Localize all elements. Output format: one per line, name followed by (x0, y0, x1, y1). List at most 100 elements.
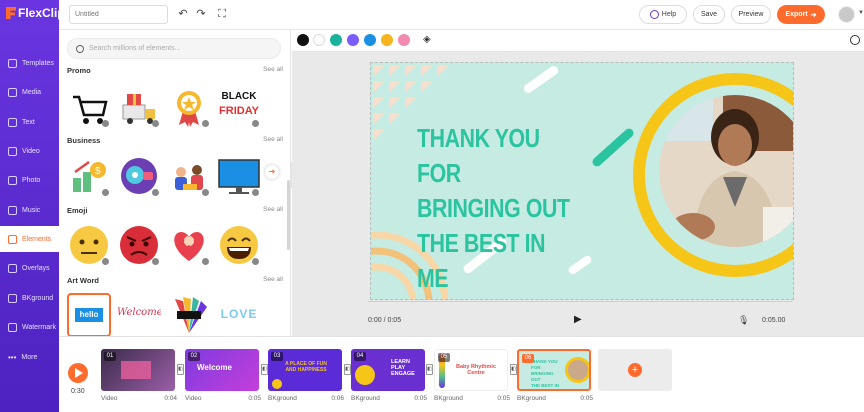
play-icon[interactable]: ▶ (574, 314, 582, 325)
category-header-business: Business See all (67, 136, 283, 145)
canvas-time-bar: 0:00 / 0:05 ▶ 🎙 0:05.00 (368, 314, 792, 328)
swatch-teal[interactable] (330, 34, 342, 46)
idea-bulb-element[interactable] (117, 154, 161, 198)
badge-medal-element[interactable] (167, 85, 211, 129)
export-button[interactable]: Export ➜ (777, 5, 825, 24)
transition-icon[interactable]: ◧ (177, 364, 184, 375)
swatch-white[interactable] (313, 34, 325, 46)
black-friday-element[interactable]: BLACK FRIDAY (217, 85, 261, 129)
swatch-purple[interactable] (347, 34, 359, 46)
help-button[interactable]: Help (639, 5, 687, 24)
artword-rainbow-element[interactable] (167, 293, 211, 337)
microphone-icon[interactable]: 🎙 (738, 315, 749, 326)
see-all-artword[interactable]: See all (263, 276, 283, 285)
rail-item-more[interactable]: ••• More (0, 344, 59, 370)
woman-smiling-photo (659, 95, 793, 247)
redo-icon[interactable]: ↷ (195, 8, 207, 20)
swatch-pink[interactable] (398, 34, 410, 46)
fullscreen-icon[interactable]: ⛶ (216, 8, 228, 20)
rail-item-templates[interactable]: Templates (0, 50, 59, 76)
rail-item-photo[interactable]: Photo (0, 167, 59, 193)
logo-mark-icon (6, 7, 16, 19)
save-button[interactable]: Save (693, 5, 725, 24)
help-chat-icon (649, 10, 659, 19)
preview-button[interactable]: Preview (731, 5, 771, 24)
clip-1[interactable]: 01 (101, 349, 175, 391)
rail-item-text[interactable]: Text (0, 109, 59, 135)
swatch-blue[interactable] (364, 34, 376, 46)
rail-item-media[interactable]: Media (0, 79, 59, 105)
transition-icon[interactable]: ◧ (261, 364, 268, 375)
video-canvas[interactable]: THANK YOU FOR BRINGING OUT THE BEST IN M… (370, 62, 794, 300)
elements-search[interactable]: Search millions of elements... (67, 38, 281, 59)
project-title-input[interactable] (69, 5, 168, 24)
plus-icon: + (628, 363, 642, 377)
see-all-promo[interactable]: See all (263, 66, 283, 75)
angry-face-element[interactable] (117, 223, 161, 267)
svg-text:$: $ (95, 166, 101, 177)
canvas-headline[interactable]: THANK YOU FOR BRINGING OUT THE BEST IN M… (417, 121, 581, 296)
delivery-truck-element[interactable] (117, 85, 161, 129)
swatch-black[interactable] (297, 34, 309, 46)
transition-icon[interactable]: ◧ (426, 364, 433, 375)
shopping-cart-element[interactable] (67, 85, 111, 129)
rail-item-bkground[interactable]: BKground (0, 285, 59, 311)
team-people-element[interactable] (167, 154, 211, 198)
see-all-emoji[interactable]: See all (263, 206, 283, 215)
music-icon (8, 205, 17, 215)
clip-5[interactable]: Baby Rhythmic Centre 05 (434, 349, 508, 391)
current-time: 0:00 / 0:05 (368, 317, 402, 324)
rail-item-elements[interactable]: Elements (0, 226, 59, 252)
element-tag-icon (252, 120, 259, 127)
grinning-face-element[interactable] (217, 223, 261, 267)
rail-item-watermark[interactable]: Watermark (0, 314, 59, 340)
neutral-face-element[interactable] (67, 223, 111, 267)
artword-welcome-element[interactable]: Welcome (117, 293, 161, 337)
paint-bucket-icon[interactable]: ◈ (423, 34, 434, 46)
see-all-business[interactable]: See all (263, 136, 283, 145)
artword-love-element[interactable]: LOVE (217, 293, 261, 337)
monitor-element[interactable] (217, 154, 261, 198)
undo-icon[interactable]: ↶ (177, 8, 189, 20)
search-input[interactable]: Search millions of elements... (89, 45, 180, 52)
transition-icon[interactable]: ◧ (510, 364, 517, 375)
chevron-down-icon[interactable]: ▼ (858, 10, 864, 16)
clip-3[interactable]: A PLACE OF FUN AND HAPPINESS 03 (268, 349, 342, 391)
category-header-artword: Art Word See all (67, 276, 283, 285)
end-time: 0:05.00 (762, 317, 786, 324)
clip-5-label: BKground 0:05 (434, 395, 510, 402)
video-icon (8, 146, 17, 156)
flexclip-logo[interactable]: FlexClip (6, 6, 65, 20)
business-next-arrow-icon[interactable]: ➜ (265, 165, 279, 179)
rail-item-video[interactable]: Video (0, 138, 59, 164)
bandaged-heart-element[interactable] (167, 223, 211, 267)
canvas-progress-track[interactable] (368, 301, 792, 302)
rail-item-music[interactable]: Music (0, 197, 59, 223)
swatch-yellow[interactable] (381, 34, 393, 46)
element-tag-icon (252, 189, 259, 196)
clip-2[interactable]: Welcome 02 (185, 349, 259, 391)
element-tag-icon (202, 258, 209, 265)
growth-money-element[interactable]: $ (67, 154, 111, 198)
elements-panel: Search millions of elements... Promo See… (59, 30, 291, 337)
transition-icon[interactable]: ◧ (344, 364, 351, 375)
play-all-button[interactable] (68, 363, 88, 383)
overlays-icon (8, 263, 17, 273)
element-tag-icon (102, 120, 109, 127)
add-clip-button[interactable]: + (598, 349, 672, 391)
category-header-promo: Promo See all (67, 66, 283, 75)
panel-scrollbar[interactable] (287, 180, 290, 250)
clock-icon[interactable] (850, 35, 860, 45)
element-tag-icon (152, 189, 159, 196)
app: FlexClip Templates Media Text Video Phot… (0, 0, 864, 412)
rail-item-overlays[interactable]: Overlays (0, 255, 59, 281)
clip-6[interactable]: THANK YOU FORBRINGING OUTTHE BEST IN ME … (517, 349, 591, 391)
clip-2-label: Video 0:05 (185, 395, 261, 402)
artword-hello-element[interactable]: hello (67, 293, 111, 337)
avatar[interactable] (838, 6, 855, 23)
element-tag-icon (202, 189, 209, 196)
clip-4[interactable]: LEARN PLAY ENGAGE 04 (351, 349, 425, 391)
rainbow-burst-icon (175, 297, 207, 333)
clip-decoration (272, 379, 282, 389)
search-icon (76, 44, 84, 53)
